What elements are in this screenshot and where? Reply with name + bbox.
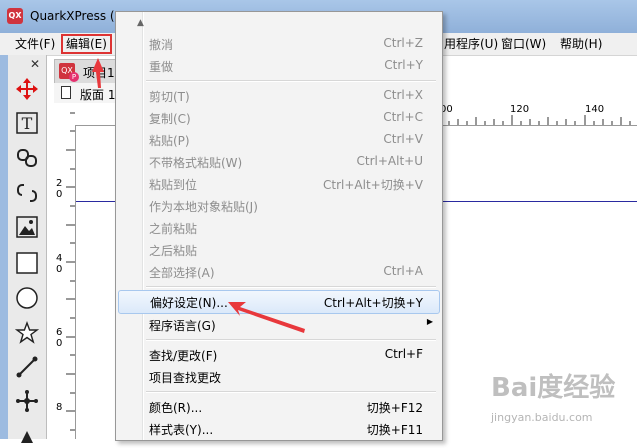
menu-item-paste-without-formatting[interactable]: 不带格式粘贴(W) Ctrl+Alt+U <box>116 150 442 172</box>
menu-item-undo[interactable]: 撤消 Ctrl+Z <box>116 32 442 54</box>
menu-item-label: 作为本地对象粘贴(J) <box>149 200 258 214</box>
print-layout-badge-icon: P <box>69 72 79 82</box>
menu-item-project-find-change[interactable]: 项目查找更改 <box>116 365 442 387</box>
menu-file[interactable]: 文件(F) <box>12 36 58 52</box>
menu-item-redo[interactable]: 重做 Ctrl+Y <box>116 54 442 76</box>
vruler-number: 8 <box>56 402 63 413</box>
menu-item-shortcut: Ctrl+Alt+U <box>356 154 424 168</box>
menu-item-label: 偏好设定(N)... <box>150 296 228 310</box>
menu-item-label: 不带格式粘贴(W) <box>149 156 243 170</box>
menu-item-colors[interactable]: 颜色(R)... 切换+F12 <box>116 395 442 417</box>
picture-box-icon[interactable] <box>15 215 39 239</box>
menu-item-label: 颜色(R)... <box>149 401 203 415</box>
tab-label: 项目1 <box>83 66 115 80</box>
menu-item-paste-as-native-object[interactable]: 作为本地对象粘贴(J) <box>116 194 442 216</box>
vruler-number: 0 <box>56 264 63 275</box>
menu-item-paste-after[interactable]: 之后粘贴 <box>116 238 442 260</box>
menu-item-label: 项目查找更改 <box>149 371 222 385</box>
link-tool-icon[interactable] <box>15 146 39 170</box>
menu-item-label: 重做 <box>149 60 174 74</box>
vruler-number: 0 <box>56 189 63 200</box>
quarkxpress-app-icon[interactable]: QX <box>7 8 23 24</box>
unlink-tool-icon[interactable] <box>15 181 39 205</box>
menu-separator <box>146 80 436 82</box>
menu-item-label: 全部选择(A) <box>149 266 215 280</box>
vruler-number: 0 <box>56 338 63 349</box>
vruler-number: 6 <box>56 327 63 338</box>
close-icon[interactable]: ✕ <box>30 57 40 71</box>
vruler-ticks <box>66 112 75 431</box>
menu-item-shortcut: Ctrl+Alt+切换+V <box>323 178 423 192</box>
star-tool-icon[interactable] <box>14 320 40 345</box>
menu-item-shortcut: Ctrl+Alt+切换+Y <box>323 296 423 310</box>
menu-item-paste-in-place[interactable]: 粘贴到位 Ctrl+Alt+切换+V <box>116 172 442 194</box>
menu-edit[interactable]: 编辑(E) <box>61 34 112 54</box>
tab-layout1[interactable]: 版面 1 <box>54 83 124 104</box>
menu-item-shortcut: Ctrl+A <box>383 264 423 278</box>
menu-item-shortcut: 切换+F12 <box>366 401 423 415</box>
menu-item-label: 复制(C) <box>149 112 191 126</box>
menu-item-style-sheets[interactable]: 样式表(Y)... 切换+F11 <box>116 417 442 439</box>
menu-item-label: 样式表(Y)... <box>149 423 214 437</box>
menu-help[interactable]: 帮助(H) <box>557 36 605 52</box>
menu-item-shortcut: Ctrl+Z <box>383 36 423 50</box>
vruler-number: 2 <box>56 178 63 189</box>
menu-item-shortcut: Ctrl+C <box>383 110 423 124</box>
vertical-ruler[interactable]: 2 0 4 0 6 0 8 <box>54 103 76 439</box>
menu-item-paste[interactable]: 粘贴(P) Ctrl+V <box>116 128 442 150</box>
menu-item-find-change[interactable]: 查找/更改(F) Ctrl+F <box>116 343 442 365</box>
menu-separator <box>146 286 436 288</box>
window-frame-edge <box>0 55 8 439</box>
text-tool-icon[interactable]: T <box>15 111 39 135</box>
rectangle-tool-icon[interactable] <box>15 251 39 275</box>
menu-item-label: 程序语言(G) <box>149 319 216 333</box>
menu-utilities[interactable]: 用程序(U) <box>441 36 501 52</box>
menu-separator <box>146 391 436 393</box>
menu-item-shortcut: Ctrl+Y <box>384 58 423 72</box>
menu-item-shortcut: Ctrl+F <box>384 347 423 361</box>
menu-window[interactable]: 窗口(W) <box>498 36 549 52</box>
tools-palette: ✕ T <box>8 55 47 443</box>
menu-item-label: 之后粘贴 <box>149 244 198 258</box>
menu-separator <box>146 339 436 341</box>
svg-text:T: T <box>22 114 33 133</box>
watermark-logo: Bai度经验 <box>491 373 616 403</box>
menu-item-select-all[interactable]: 全部选择(A) Ctrl+A <box>116 260 442 282</box>
move-tool-icon[interactable] <box>15 77 39 101</box>
line-tool-icon[interactable] <box>15 355 39 379</box>
menu-item-shortcut: Ctrl+V <box>383 132 423 146</box>
page-icon <box>61 86 71 99</box>
menu-item-program-language[interactable]: 程序语言(G) ▶ <box>116 313 442 335</box>
menu-item-copy[interactable]: 复制(C) Ctrl+C <box>116 106 442 128</box>
scroll-up-arrow-icon[interactable]: ▲ <box>137 18 144 28</box>
window-title: QuarkXPress (F <box>30 9 122 23</box>
menu-item-label: 粘贴(P) <box>149 134 190 148</box>
vruler-number: 4 <box>56 253 63 264</box>
hruler-number: 120 <box>510 104 530 115</box>
menu-item-shortcut: Ctrl+X <box>383 88 423 102</box>
submenu-arrow-icon: ▶ <box>426 317 433 326</box>
watermark-url: jingyan.baidu.com <box>491 411 593 424</box>
menu-item-label: 查找/更改(F) <box>149 349 218 363</box>
menu-item-preferences[interactable]: 偏好设定(N)... Ctrl+Alt+切换+Y <box>118 290 440 314</box>
menu-item-shortcut: 切换+F11 <box>366 423 423 437</box>
bezier-point-icon[interactable] <box>15 389 39 413</box>
hruler-number: 140 <box>585 104 605 115</box>
layout-tab-label: 版面 1 <box>80 88 116 102</box>
menu-item-label: 剪切(T) <box>149 90 190 104</box>
menu-item-label: 撤消 <box>149 38 174 52</box>
menu-item-cut[interactable]: 剪切(T) Ctrl+X <box>116 84 442 106</box>
oval-tool-icon[interactable] <box>15 286 39 310</box>
pen-tool-icon[interactable] <box>15 421 39 445</box>
menu-item-label: 之前粘贴 <box>149 222 198 236</box>
baidu-jingyan-watermark: Bai度经验 jingyan.baidu.com <box>483 367 633 433</box>
edit-menu-dropdown: ▲ 撤消 Ctrl+Z 重做 Ctrl+Y 剪切(T) Ctrl+X 复制(C)… <box>115 11 443 441</box>
menu-item-paste-before[interactable]: 之前粘贴 <box>116 216 442 238</box>
menu-item-label: 粘贴到位 <box>149 178 198 192</box>
